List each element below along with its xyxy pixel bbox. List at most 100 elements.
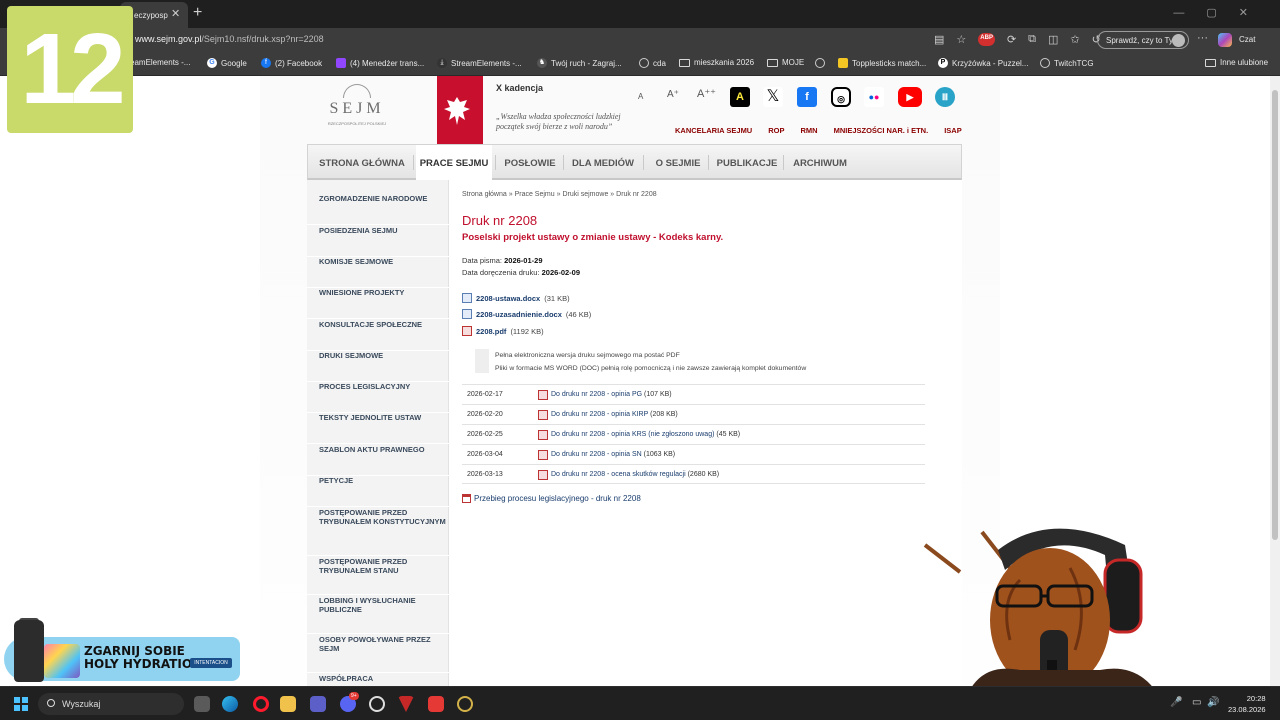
obs-icon[interactable]: [369, 696, 385, 712]
breadcrumb-item[interactable]: Druki sejmowe: [562, 191, 608, 198]
url-field[interactable]: www.sejm.gov.pl/Sejm10.nsf/druk.xsp?nr=2…: [135, 34, 324, 44]
nav-o-sejmie[interactable]: O SEJMIE: [649, 145, 707, 181]
nav-publikacje[interactable]: PUBLIKACJE: [713, 145, 781, 181]
link-rop[interactable]: ROP: [768, 126, 784, 135]
bookmark-folder[interactable]: MOJE: [767, 58, 804, 67]
nav-prace-sejmu[interactable]: PRACE SEJMU: [416, 145, 492, 181]
opinion-link[interactable]: Do druku nr 2208 - opinia KRS (nie zgłos…: [551, 431, 740, 438]
bookmark-item[interactable]: f (2) Facebook: [261, 58, 322, 68]
link-isap[interactable]: ISAP: [944, 126, 962, 135]
file-link[interactable]: 2208.pdf (1192 KB): [462, 326, 544, 336]
bookmark-item[interactable]: (4) Menedżer trans...: [336, 58, 424, 68]
favorites-icon[interactable]: ✩: [1070, 33, 1079, 46]
windows-start-icon[interactable]: [14, 697, 28, 711]
sidebar-item-wniesione[interactable]: WNIESIONE PROJEKTY: [307, 288, 449, 319]
opinion-link[interactable]: Do druku nr 2208 - opinia PG (107 KB): [551, 391, 672, 398]
instagram-icon[interactable]: ◎: [831, 87, 851, 107]
bookmark-item[interactable]: P Krzyżówka - Puzzel...: [938, 58, 1028, 68]
high-contrast-button[interactable]: A: [730, 87, 750, 107]
nav-archiwum[interactable]: ARCHIWUM: [788, 145, 852, 181]
scrollbar-thumb[interactable]: [1272, 90, 1278, 540]
przebieg-link[interactable]: Przebieg procesu legislacyjnego - druk n…: [462, 494, 641, 503]
task-view-icon[interactable]: [194, 696, 210, 712]
link-kancelaria[interactable]: KANCELARIA SEJMU: [675, 126, 752, 135]
sidebar-item-trybunal-konst[interactable]: POSTĘPOWANIE PRZED TRYBUNAŁEM KONSTYTUCY…: [307, 508, 449, 556]
league-icon[interactable]: [457, 696, 473, 712]
font-larger-button[interactable]: A⁺: [667, 89, 679, 100]
other-bookmarks[interactable]: Inne ulubione: [1205, 58, 1268, 67]
tab-close-icon[interactable]: ✕: [171, 7, 180, 20]
sejm-tv-icon[interactable]: Ⅲ: [935, 87, 955, 107]
czat-label[interactable]: Czat: [1239, 35, 1255, 44]
copilot-icon[interactable]: [1218, 33, 1232, 47]
split-screen-icon[interactable]: ◫: [1048, 33, 1058, 46]
sidebar-item-szablon[interactable]: SZABLON AKTU PRAWNEGO: [307, 445, 449, 476]
file-explorer-icon[interactable]: [280, 696, 296, 712]
adblock-icon[interactable]: ABP: [978, 33, 995, 46]
puzzle-icon[interactable]: ⧉: [1028, 33, 1036, 46]
opinion-link[interactable]: Do druku nr 2208 - ocena skutków regulac…: [551, 471, 719, 478]
sidebar-item-wspolpraca[interactable]: WSPÓŁPRACA: [307, 674, 449, 686]
reader-icon[interactable]: ▤: [934, 33, 944, 46]
flickr-icon[interactable]: ●●: [864, 87, 884, 107]
sidebar-item-zgromadzenie[interactable]: ZGROMADZENIE NARODOWE: [307, 194, 449, 225]
extension-icon[interactable]: ⟳: [1007, 33, 1016, 46]
sidebar-item-proces[interactable]: PROCES LEGISLACYJNY: [307, 382, 449, 413]
nav-strona-glowna[interactable]: STRONA GŁÓWNA: [314, 145, 410, 181]
sidebar-item-druki[interactable]: DRUKI SEJMOWE: [307, 351, 449, 382]
taskbar-search[interactable]: Wyszukaj: [38, 693, 184, 715]
link-mniejszosci[interactable]: MNIEJSZOŚCI NAR. i ETN.: [834, 126, 929, 135]
search-icon: [47, 699, 55, 707]
bookmark-item[interactable]: ⤓ StreamElements -...: [437, 58, 522, 68]
bookmark-item[interactable]: eamElements -...: [130, 58, 190, 67]
nav-dla-mediow[interactable]: DLA MEDIÓW: [568, 145, 638, 181]
page-title: Druk nr 2208: [462, 213, 538, 228]
bookmark-item[interactable]: G Google: [207, 58, 247, 68]
breadcrumb-item[interactable]: Prace Sejmu: [515, 191, 555, 198]
sidebar-item-konsultacje[interactable]: KONSULTACJE SPOŁECZNE: [307, 320, 449, 351]
volume-icon[interactable]: 🔊: [1207, 697, 1219, 708]
facebook-icon[interactable]: f: [797, 87, 817, 107]
bookmark-item[interactable]: ♞ Twój ruch - Zagraj...: [537, 58, 622, 68]
more-menu-icon[interactable]: ···: [1197, 32, 1208, 44]
sejm-logo[interactable]: SEJM RZECZPOSPOLITEJ POLSKIEJ: [325, 84, 389, 144]
sidebar-item-lobbing[interactable]: LOBBING I WYSŁUCHANIE PUBLICZNE: [307, 596, 449, 634]
breadcrumb-item[interactable]: Strona główna: [462, 191, 507, 198]
profile-button[interactable]: Sprawdź, czy to Ty: [1097, 31, 1189, 49]
sidebar-item-petycje[interactable]: PETYCJE: [307, 476, 449, 507]
opinion-link[interactable]: Do druku nr 2208 - opinia KIRP (208 KB): [551, 411, 678, 418]
sidebar-item-osoby[interactable]: OSOBY POWOŁYWANE PRZEZ SEJM: [307, 635, 449, 673]
bookmark-item[interactable]: [815, 58, 825, 68]
opinion-link[interactable]: Do druku nr 2208 - opinia SN (1063 KB): [551, 451, 675, 458]
teams-icon[interactable]: [310, 696, 326, 712]
browser-tabbar: eczyposp ✕ + —▢✕: [0, 0, 1280, 28]
clock[interactable]: 20:28 23.08.2026: [1228, 693, 1266, 715]
sidebar-item-teksty[interactable]: TEKSTY JEDNOLITE USTAW: [307, 413, 449, 444]
file-link[interactable]: 2208-uzasadnienie.docx (46 KB): [462, 309, 591, 319]
word-file-icon: [462, 309, 472, 319]
app-red-icon[interactable]: [428, 696, 444, 712]
x-twitter-icon[interactable]: 𝕏: [763, 87, 783, 107]
file-link[interactable]: 2208-ustawa.docx (31 KB): [462, 293, 570, 303]
font-normal-button[interactable]: A: [638, 92, 643, 101]
bookmark-folder[interactable]: mieszkania 2026: [679, 58, 754, 67]
sidebar-item-posiedzenia[interactable]: POSIEDZENIA SEJMU: [307, 226, 449, 257]
window-controls[interactable]: —▢✕: [1173, 6, 1270, 19]
mic-icon[interactable]: 🎤: [1170, 697, 1182, 708]
youtube-icon[interactable]: ▶: [898, 87, 922, 107]
bookmark-item[interactable]: TwitchTCG: [1040, 58, 1094, 68]
font-largest-button[interactable]: A⁺⁺: [697, 87, 716, 100]
sidebar-item-trybunal-stanu[interactable]: POSTĘPOWANIE PRZED TRYBUNAŁEM STANU: [307, 557, 449, 595]
bookmarks-bar: eamElements -... G Google f (2) Facebook (…: [0, 52, 1280, 76]
new-tab-icon[interactable]: +: [193, 4, 202, 22]
bookmark-item[interactable]: Topplesticks match...: [838, 58, 926, 68]
favorite-star-icon[interactable]: ☆: [956, 33, 966, 46]
nav-poslowie[interactable]: POSŁOWIE: [500, 145, 560, 181]
sidebar-item-komisje[interactable]: KOMISJE SEJMOWE: [307, 257, 449, 288]
link-rmn[interactable]: RMN: [801, 126, 818, 135]
valorant-icon[interactable]: [398, 696, 414, 712]
opera-icon[interactable]: [253, 696, 269, 712]
network-icon[interactable]: ▭: [1192, 697, 1201, 708]
bookmark-item[interactable]: cda: [639, 58, 666, 68]
edge-icon[interactable]: [222, 696, 238, 712]
